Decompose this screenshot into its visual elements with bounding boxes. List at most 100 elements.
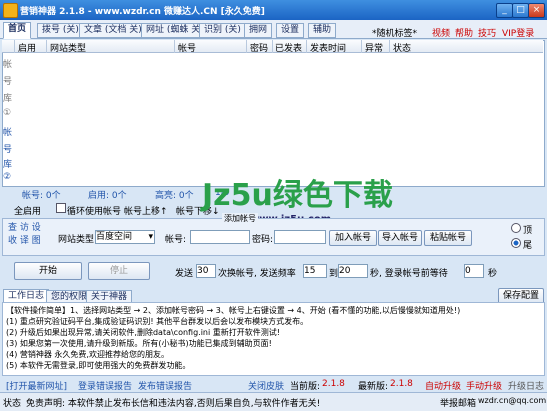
log-line: (3) 如果您第一次使用,请升级到新版。所有(小秘书)功能已集成到辅助页面!	[6, 339, 272, 348]
side-shortcut-links[interactable]: 查 访 设 收 译 图	[8, 222, 48, 248]
col-divider	[306, 40, 307, 53]
side-label-char: 库	[3, 160, 13, 170]
col-divider	[389, 40, 390, 53]
highlight-count: 高亮: 0个	[155, 191, 194, 201]
times-label: 次换帐号, 发送频率	[218, 269, 296, 279]
current-version-value: 2.1.8	[322, 379, 345, 389]
col-site-type[interactable]: 网站类型	[50, 41, 86, 54]
log-line: (1) 重点研究验证码平台,集成验证码识别! 其他平台群发以后会以发布模块方式发…	[6, 317, 309, 326]
tab-network[interactable]: 拥网	[244, 23, 273, 38]
tab-article[interactable]: 文章 (文档 关)	[79, 23, 147, 38]
account-grid[interactable]	[2, 40, 545, 187]
radio-tail-label: 尾	[523, 241, 533, 251]
manual-upgrade-link[interactable]: 手动升级	[466, 379, 502, 392]
password-input[interactable]	[274, 230, 326, 244]
col-published[interactable]: 已发表	[275, 41, 302, 54]
to-label: 到	[329, 269, 339, 279]
vip-login-link[interactable]: VIP登录	[502, 26, 534, 39]
col-publish-time[interactable]: 发表时间	[310, 41, 346, 54]
loop-account-label: 循环使用帐号	[67, 207, 122, 217]
account-input[interactable]	[190, 230, 250, 244]
tab-assist[interactable]: 辅助	[308, 23, 337, 38]
maximize-button[interactable]: □	[512, 3, 529, 18]
login-error-report-link[interactable]: 登录错误报告	[78, 379, 132, 392]
col-status[interactable]: 状态	[393, 41, 411, 54]
side-label-char: ②	[3, 172, 12, 182]
stop-button[interactable]: 停止	[88, 262, 150, 280]
col-divider	[14, 40, 15, 53]
window-title: 营销神器 2.1.8 - www.wzdr.cn 微赚达人.CN [永久免费]	[20, 7, 265, 17]
radio-top[interactable]	[511, 223, 521, 233]
loop-account-checkbox[interactable]	[56, 203, 66, 213]
site-type-value: 百度空间	[96, 232, 133, 242]
paste-account-button[interactable]: 粘贴帐号	[424, 230, 472, 246]
radio-top-label: 顶	[523, 226, 533, 236]
open-latest-site-link[interactable]: [打开最新网址]	[6, 379, 67, 392]
site-type-label: 网站类型	[58, 235, 95, 245]
import-account-button[interactable]: 导入帐号	[378, 230, 422, 246]
freq-to-input[interactable]: 20	[338, 264, 368, 278]
log-line: 【软件操作简单】1、选择网站类型 → 2、添加帐号密码 → 3、帐号上右键设置 …	[6, 306, 461, 315]
tab-home[interactable]: 首页	[3, 22, 32, 39]
move-up-button[interactable]: 帐号上移↑	[124, 204, 168, 217]
col-divider	[361, 40, 362, 53]
radio-tail[interactable]	[511, 238, 521, 248]
close-button[interactable]: ×	[528, 3, 545, 18]
select-all-checkbox[interactable]: 全启用	[14, 204, 41, 217]
col-enabled[interactable]: 启用	[18, 41, 36, 54]
app-icon	[3, 3, 18, 18]
col-password[interactable]: 密码	[250, 41, 268, 54]
add-account-button[interactable]: 加入帐号	[329, 230, 377, 246]
tab-recognize[interactable]: 识别 (关)	[199, 23, 246, 38]
auto-upgrade-link[interactable]: 自动升级	[425, 379, 461, 392]
side-label-char: 帐	[3, 60, 13, 70]
title-bar: 营销神器 2.1.8 - www.wzdr.cn 微赚达人.CN [永久免费] …	[0, 0, 547, 20]
site-type-select[interactable]: 百度空间 ▾	[95, 230, 155, 244]
send-count-input[interactable]: 30	[196, 264, 216, 278]
upgrade-log-link[interactable]: 升级日志	[508, 379, 544, 392]
latest-version-value: 2.1.8	[390, 379, 413, 389]
enabled-count: 启用: 0个	[88, 191, 127, 201]
tips-link[interactable]: 技巧	[478, 26, 496, 39]
log-line: (5) 本软件无需登录,即可使用强大的免费群发功能。	[6, 361, 191, 370]
report-email-value[interactable]: wzdr.cn@qq.com	[478, 396, 546, 405]
col-exception[interactable]: 异常	[365, 41, 383, 54]
side-label-char: ①	[3, 108, 12, 118]
help-link[interactable]: 帮助	[455, 26, 473, 39]
side-label-char: 帐	[3, 128, 13, 138]
log-line: (4) 营销神器 永久免费,欢迎推荐给您的朋友。	[6, 350, 169, 359]
wait-input[interactable]: 0	[464, 264, 484, 278]
col-divider	[174, 40, 175, 53]
account-label: 帐号:	[165, 235, 187, 245]
add-account-group-title: 添加帐号	[222, 213, 258, 224]
close-skin-link[interactable]: 关闭皮肤	[248, 379, 284, 392]
report-email-label: 举报邮箱	[440, 399, 477, 409]
send-label: 发送	[175, 269, 194, 279]
watermark-logo: Jz5u绿色下载	[202, 178, 393, 213]
col-divider	[246, 40, 247, 53]
status-label: 状态	[3, 399, 22, 409]
seconds-label: 秒, 登录帐号前等待	[370, 269, 448, 279]
disclaimer-text: 免责声明: 本软件禁止发布长信和违法内容,否则后果自负,与软件作者无关!	[26, 399, 321, 409]
password-label: 密码:	[252, 235, 274, 245]
account-count: 帐号: 0个	[22, 191, 61, 201]
start-button[interactable]: 开始	[14, 262, 82, 280]
current-version-label: 当前版:	[290, 382, 321, 392]
latest-version-label: 最新版:	[358, 382, 389, 392]
side-label-char: 号	[3, 145, 13, 155]
side-label-char: 号	[3, 77, 13, 87]
col-divider	[46, 40, 47, 53]
video-link[interactable]: 视频	[432, 26, 450, 39]
col-divider	[272, 40, 273, 53]
col-account[interactable]: 帐号	[178, 41, 196, 54]
side-label-char: 库	[3, 94, 13, 104]
tab-settings[interactable]: 设置	[276, 23, 305, 38]
publish-error-report-link[interactable]: 发布错误报告	[138, 379, 192, 392]
chevron-down-icon: ▾	[148, 232, 153, 242]
random-tag-link[interactable]: *随机标签*	[372, 26, 417, 39]
sec-label: 秒	[488, 269, 498, 279]
freq-from-input[interactable]: 15	[303, 264, 327, 278]
tab-dial[interactable]: 拨号 (关)	[37, 23, 84, 38]
log-line: (2) 升级后如果出现异常,请关闭软件,删除data\config.ini 重新…	[6, 328, 280, 337]
minimize-button[interactable]: _	[496, 3, 513, 18]
